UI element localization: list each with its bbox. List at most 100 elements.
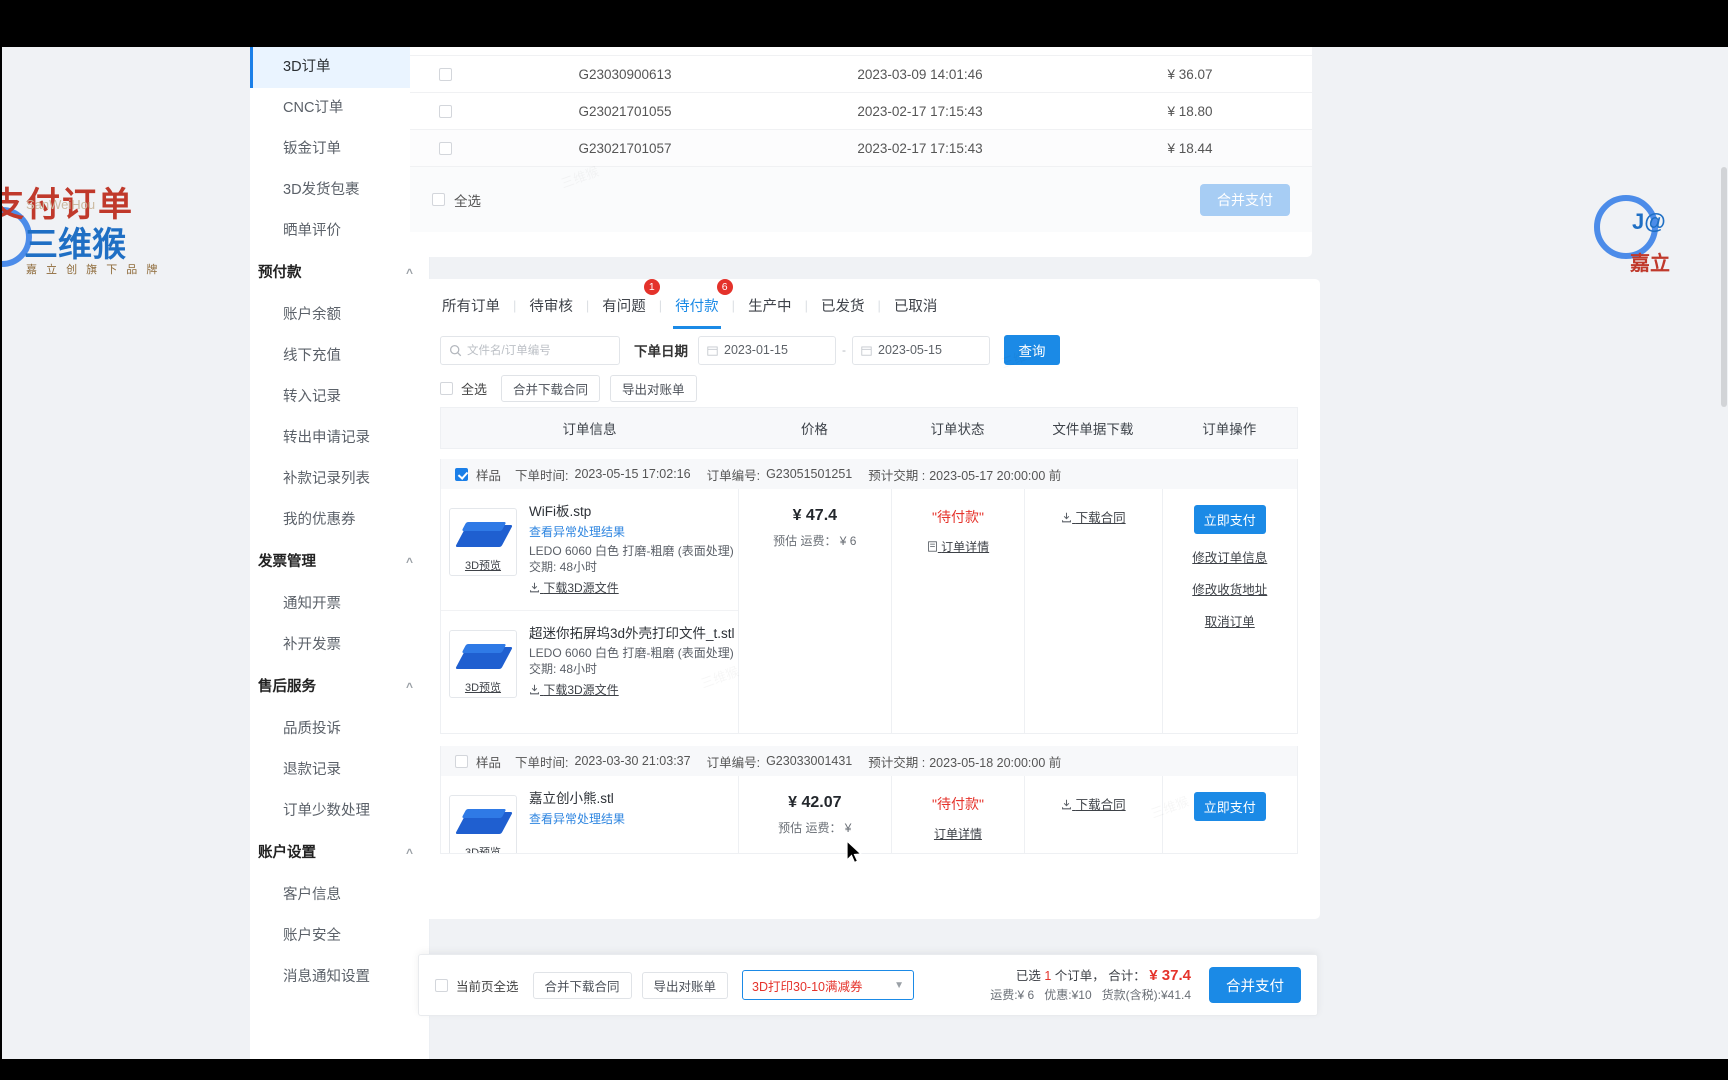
- order-detail-link[interactable]: 订单详情: [892, 538, 1024, 555]
- cancel-order-link[interactable]: 取消订单: [1163, 611, 1297, 630]
- sidebar-group-after-sales[interactable]: 售后服务 ^: [250, 666, 429, 709]
- tab-has-problem[interactable]: 有问题 1: [600, 278, 660, 316]
- row-checkbox[interactable]: [438, 68, 452, 82]
- export-statement-button[interactable]: 导出对账单: [641, 971, 729, 999]
- 3d-preview-thumbnail[interactable]: 3D预览: [449, 508, 517, 576]
- download-contract-link[interactable]: 下载合同: [1025, 794, 1161, 813]
- tab-cancelled[interactable]: 已取消: [892, 295, 940, 316]
- sidebar-item-message-settings[interactable]: 消息通知设置: [250, 957, 429, 998]
- search-input[interactable]: 文件名/订单编号: [440, 335, 620, 365]
- pay-now-button[interactable]: 立即支付: [1193, 505, 1266, 534]
- 3d-preview-thumbnail[interactable]: 3D预览: [449, 630, 517, 698]
- view-exception-result-link[interactable]: 查看异常处理结果: [529, 523, 738, 540]
- sidebar-item-cnc-orders[interactable]: CNC订单: [250, 88, 429, 129]
- sidebar-item-quality-complaint[interactable]: 品质投诉: [250, 709, 429, 750]
- sidebar-item-reissue-invoice[interactable]: 补开发票: [250, 625, 429, 666]
- row-checkbox-cell[interactable]: [410, 141, 480, 156]
- download-3d-source-link[interactable]: 下载3D源文件: [529, 681, 738, 698]
- chevron-up-icon: ^: [405, 846, 413, 860]
- select-all-checkbox[interactable]: [432, 193, 445, 206]
- order-status-cell: "待付款" 订单详情: [890, 489, 1024, 733]
- calendar-icon: [861, 346, 872, 356]
- date-to-input[interactable]: 2023-05-15: [852, 335, 990, 365]
- tab-all-orders[interactable]: 所有订单: [440, 295, 502, 316]
- tab-shipped[interactable]: 已发货: [819, 295, 867, 316]
- sidebar-item-notify-invoice[interactable]: 通知开票: [250, 584, 429, 625]
- select-all-checkbox[interactable]: [440, 381, 453, 395]
- merge-pay-button-top[interactable]: 合并支付: [1200, 183, 1290, 216]
- tab-label: 待审核: [529, 298, 573, 315]
- order-datetime: 2023-03-09 14:01:46: [857, 66, 983, 82]
- merge-download-contract-button[interactable]: 合并下载合同: [501, 374, 601, 402]
- order-time-label: 下单时间:: [515, 468, 569, 483]
- order-price: ¥ 18.80: [1167, 103, 1213, 119]
- order-status-cell: "待付款" 订单详情: [890, 776, 1024, 853]
- order-products: 3D预览 嘉立创小熊.stl 查看异常处理结果: [441, 776, 738, 853]
- order-total-price: ¥ 47.4: [792, 507, 838, 524]
- order-checkbox[interactable]: [455, 754, 468, 768]
- order-number: G23021701055: [578, 103, 672, 119]
- sidebar-item-order-review[interactable]: 晒单评价: [250, 211, 429, 252]
- sidebar-item-sheet-metal-orders[interactable]: 钣金订单: [250, 129, 429, 170]
- download-3d-source-link[interactable]: 下载3D源文件: [529, 579, 738, 596]
- tab-pending-payment[interactable]: 待付款 6: [673, 278, 733, 329]
- sidebar-group-invoice[interactable]: 发票管理 ^: [250, 541, 429, 584]
- coupon-selected-value: 3D打印30-10满减券: [752, 979, 863, 994]
- sidebar-item-transfer-out-requests[interactable]: 转出申请记录: [250, 418, 429, 459]
- coupon-select[interactable]: 3D打印30-10满减券 ▼: [742, 970, 915, 1000]
- pay-now-button[interactable]: 立即支付: [1193, 792, 1266, 821]
- 3d-preview-thumbnail[interactable]: 3D预览: [449, 795, 517, 853]
- tab-separator: |: [877, 297, 881, 313]
- download-contract-link[interactable]: 下载合同: [1025, 507, 1161, 526]
- sidebar-item-supplement-records[interactable]: 补款记录列表: [250, 459, 429, 500]
- query-button[interactable]: 查询: [1004, 335, 1060, 365]
- sidebar-item-3d-orders[interactable]: 3D订单: [250, 47, 429, 88]
- sidebar-group-prepayment[interactable]: 预付款 ^: [250, 252, 429, 295]
- sidebar-item-label: 3D发货包裹: [283, 182, 360, 198]
- sidebar-group-label: 发票管理: [258, 554, 316, 570]
- order-status-tabs: 所有订单 | 待审核 | 有问题 1 | 待付款 6 | 生产中 | 已发货 |…: [440, 278, 1298, 331]
- select-current-page-checkbox[interactable]: [435, 978, 448, 992]
- product-spec: LEDO 6060 白色 打磨-粗磨 (表面处理): [529, 544, 734, 558]
- date-from-input[interactable]: 2023-01-15: [698, 335, 836, 365]
- view-exception-result-link[interactable]: 查看异常处理结果: [529, 810, 738, 827]
- watermark-brand-text: 三维猴: [24, 226, 126, 264]
- order-total-price: ¥ 42.07: [788, 794, 842, 811]
- tab-pending-review[interactable]: 待审核: [527, 295, 575, 316]
- order-detail-link[interactable]: 订单详情: [892, 825, 1024, 842]
- sidebar-item-order-exception[interactable]: 订单少数处理: [250, 791, 429, 832]
- watermark-right-logo: J@ 嘉立: [1594, 187, 1728, 297]
- table-row[interactable]: G23021701055 2023-02-17 17:15:43 ¥ 18.80: [410, 92, 1312, 129]
- row-checkbox-cell[interactable]: [410, 104, 480, 119]
- tab-in-production[interactable]: 生产中: [746, 295, 794, 316]
- tab-separator: |: [804, 297, 808, 313]
- sidebar-item-account-security[interactable]: 账户安全: [250, 916, 429, 957]
- orders-card: 所有订单 | 待审核 | 有问题 1 | 待付款 6 | 生产中 | 已发货 |…: [418, 278, 1320, 919]
- sidebar-item-transfer-in-records[interactable]: 转入记录: [250, 377, 429, 418]
- row-checkbox[interactable]: [438, 105, 452, 119]
- modify-shipping-address-link[interactable]: 修改收货地址: [1163, 579, 1297, 598]
- sidebar-item-customer-info[interactable]: 客户信息: [250, 875, 429, 916]
- sidebar-item-offline-recharge[interactable]: 线下充值: [250, 336, 429, 377]
- modify-order-info-link[interactable]: 修改订单信息: [1163, 547, 1297, 566]
- order-checkbox[interactable]: [455, 467, 468, 481]
- order-body: 3D预览 WiFi板.stp 查看异常处理结果 LEDO 6060 白色 打磨-…: [440, 489, 1298, 734]
- bottom-action-bar: 当前页全选 合并下载合同 导出对账单 3D打印30-10满减券 ▼ 已选 1 个…: [418, 954, 1318, 1016]
- sidebar-item-3d-shipping-package[interactable]: 3D发货包裹: [250, 170, 429, 211]
- order-shipping-estimate: 预估 运费： ¥: [778, 821, 852, 835]
- row-checkbox[interactable]: [438, 142, 452, 156]
- order-datetime: 2023-02-17 17:15:43: [857, 103, 983, 119]
- order-time-label: 下单时间:: [515, 755, 569, 770]
- table-row[interactable]: G23021701057 2023-02-17 17:15:43 ¥ 18.44: [410, 129, 1312, 166]
- active-tab-underline: [673, 326, 721, 329]
- row-checkbox-cell[interactable]: [410, 67, 480, 82]
- sidebar-item-account-balance[interactable]: 账户余额: [250, 295, 429, 336]
- table-row[interactable]: G23030900613 2023-03-09 14:01:46 ¥ 36.07: [410, 55, 1312, 92]
- sidebar-item-refund-records[interactable]: 退款记录: [250, 750, 429, 791]
- sidebar-item-my-coupons[interactable]: 我的优惠券: [250, 500, 429, 541]
- merge-download-contract-button[interactable]: 合并下载合同: [532, 971, 632, 999]
- sidebar-group-account-settings[interactable]: 账户设置 ^: [250, 832, 429, 875]
- merge-pay-button[interactable]: 合并支付: [1209, 967, 1301, 1003]
- export-statement-button[interactable]: 导出对账单: [610, 374, 697, 402]
- model-shape-icon: [461, 809, 507, 818]
